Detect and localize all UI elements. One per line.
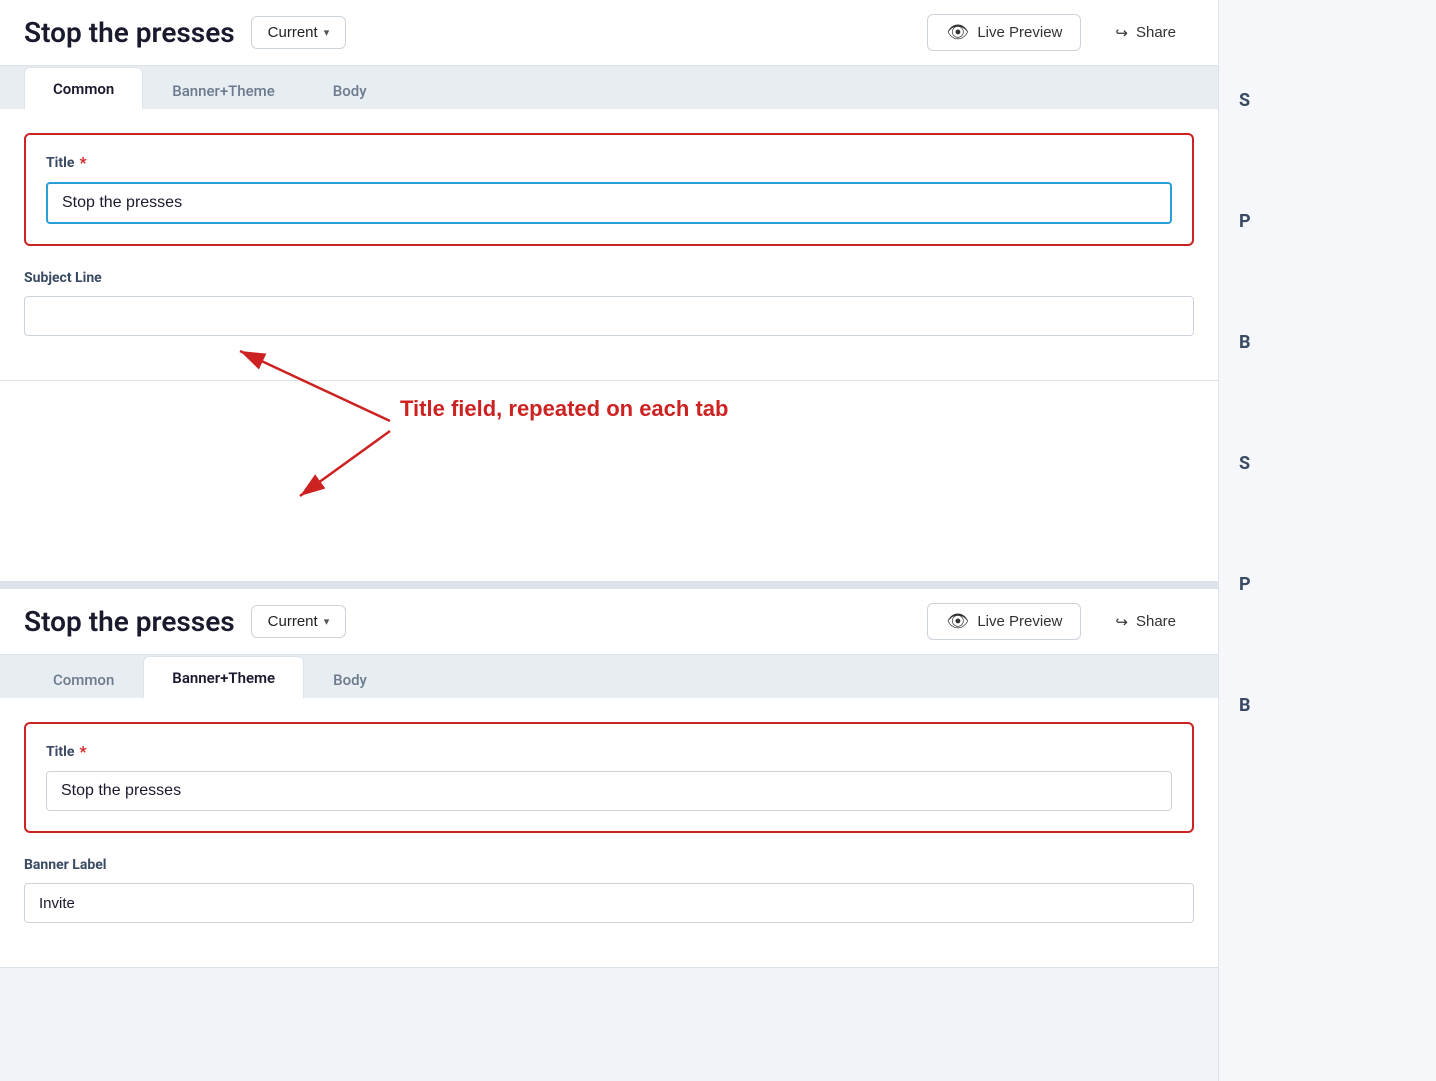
right-panel-letter-s: S [1239, 90, 1416, 111]
title-form-section-top: Title * [24, 133, 1194, 246]
subject-line-group: Subject Line [24, 270, 1194, 336]
annotation-area: Title field, repeated on each tab [0, 381, 1218, 581]
bottom-panel-content: Title * Banner Label [0, 698, 1218, 967]
bottom-panel-header: Stop the presses Current ▾ 👁 Live Previe… [0, 589, 1218, 655]
banner-label-group: Banner Label [24, 857, 1194, 923]
share-label: Share [1136, 24, 1176, 41]
bottom-tabs-bar: Common Banner+Theme Body [0, 655, 1218, 698]
top-tabs-bar: Common Banner+Theme Body [0, 66, 1218, 109]
tab-common-bottom[interactable]: Common [24, 658, 143, 699]
live-preview-label: Live Preview [977, 24, 1062, 41]
tab-body-bottom[interactable]: Body [304, 658, 396, 699]
share-button-bottom[interactable]: ↪ Share [1097, 606, 1194, 638]
top-panel-content: Title * Subject Line [0, 109, 1218, 380]
right-panel-letter-p2: P [1239, 574, 1416, 595]
current-dropdown-button[interactable]: Current ▾ [251, 16, 347, 49]
share-button[interactable]: ↪ Share [1097, 17, 1194, 49]
page-title-bottom: Stop the presses [24, 605, 235, 638]
required-star-top: * [79, 153, 86, 172]
right-panel-letter-b: B [1239, 332, 1416, 353]
share-icon-bottom: ↪ [1115, 613, 1128, 631]
right-panel-letter-b2: B [1239, 695, 1416, 716]
title-label-top: Title * [46, 153, 1172, 172]
live-preview-label-bottom: Live Preview [977, 613, 1062, 630]
banner-label-label: Banner Label [24, 857, 1194, 873]
right-panel: S P B S P B [1218, 0, 1436, 1081]
title-input-top[interactable] [46, 182, 1172, 224]
subject-input[interactable] [24, 296, 1194, 336]
top-panel-header: Stop the presses Current ▾ 👁 Live Previe… [0, 0, 1218, 66]
current-label: Current [268, 24, 318, 41]
tab-banner-theme-bottom[interactable]: Banner+Theme [143, 656, 304, 699]
chevron-down-icon-bottom: ▾ [324, 615, 330, 628]
subject-label: Subject Line [24, 270, 1194, 286]
current-label-bottom: Current [268, 613, 318, 630]
title-input-bottom[interactable] [46, 771, 1172, 811]
panel-divider [0, 581, 1218, 589]
live-preview-button[interactable]: 👁 Live Preview [927, 14, 1081, 51]
live-preview-button-bottom[interactable]: 👁 Live Preview [927, 603, 1081, 640]
current-dropdown-button-bottom[interactable]: Current ▾ [251, 605, 347, 638]
right-panel-letter-s2: S [1239, 453, 1416, 474]
share-label-bottom: Share [1136, 613, 1176, 630]
bottom-panel: Stop the presses Current ▾ 👁 Live Previe… [0, 589, 1218, 968]
eye-icon: 👁 [946, 22, 969, 43]
title-form-section-bottom: Title * [24, 722, 1194, 833]
page-title: Stop the presses [24, 16, 235, 49]
tab-banner-theme-top[interactable]: Banner+Theme [143, 69, 304, 110]
tab-body-top[interactable]: Body [304, 69, 396, 110]
share-icon: ↪ [1115, 24, 1128, 42]
annotation-text: Title field, repeated on each tab [400, 396, 728, 421]
eye-icon-bottom: 👁 [946, 611, 969, 632]
tab-common-top[interactable]: Common [24, 67, 143, 110]
right-panel-letter-p: P [1239, 211, 1416, 232]
required-star-bottom: * [79, 742, 86, 761]
title-label-bottom: Title * [46, 742, 1172, 761]
chevron-down-icon: ▾ [324, 26, 330, 39]
banner-label-input[interactable] [24, 883, 1194, 923]
